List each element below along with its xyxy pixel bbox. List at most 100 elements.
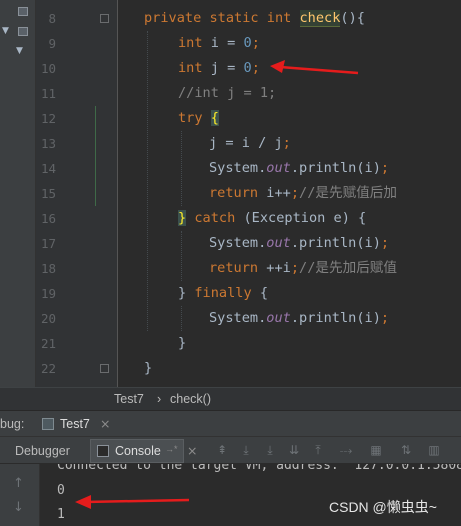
code-line[interactable]: //int j = 1; — [178, 81, 276, 106]
line-number[interactable]: 21 — [36, 331, 56, 356]
code-token: ; — [251, 60, 260, 76]
tab-console[interactable]: Console →* — [90, 439, 184, 463]
console-side-toolbar: ↑ ↓ — [0, 464, 40, 526]
indent-guide — [181, 306, 182, 331]
line-number[interactable]: 8 — [36, 6, 56, 31]
code-token: i++ — [266, 185, 291, 201]
code-token: try — [178, 110, 211, 126]
fold-marker-icon[interactable] — [100, 14, 109, 23]
line-number[interactable]: 10 — [36, 56, 56, 81]
line-number[interactable]: 16 — [36, 206, 56, 231]
code-line[interactable]: } catch (Exception e) { — [178, 206, 366, 231]
code-line[interactable]: } finally { — [178, 281, 268, 306]
code-line[interactable]: int i = 0; — [178, 31, 260, 56]
console-line-output: 1 — [57, 507, 65, 522]
code-line[interactable]: System.out.println(i); — [209, 231, 389, 256]
code-line[interactable]: } — [144, 356, 152, 381]
restore-layout-icon[interactable]: ▥ — [426, 442, 442, 458]
project-tree-strip[interactable]: ▼ ▼ — [0, 0, 36, 387]
line-number[interactable]: 19 — [36, 281, 56, 306]
code-token: ; — [380, 160, 390, 176]
line-number[interactable]: 9 — [36, 31, 56, 56]
line-number[interactable]: 11 — [36, 81, 56, 106]
code-token: (){ — [340, 10, 365, 26]
pin-icon[interactable]: →* — [165, 444, 178, 454]
code-token: } — [178, 335, 187, 351]
code-token: .println(i) — [290, 310, 381, 326]
console-line-output: 0 — [57, 483, 65, 498]
code-line[interactable]: System.out.println(i); — [209, 156, 389, 181]
step-out-icon[interactable]: ⤒ — [310, 442, 326, 458]
code-token: return — [209, 185, 267, 201]
chevron-down-icon[interactable]: ▼ — [2, 26, 9, 36]
breadcrumb-method[interactable]: check() — [170, 392, 211, 406]
scroll-up-icon[interactable]: ↑ — [13, 476, 24, 491]
code-token: System. — [209, 235, 267, 251]
indent-guide — [147, 31, 148, 331]
code-token: out — [266, 310, 291, 326]
line-number[interactable]: 18 — [36, 256, 56, 281]
run-config-icon — [42, 418, 54, 430]
close-icon[interactable]: × — [100, 416, 110, 431]
indent-guide — [181, 131, 182, 206]
code-token: private static int — [144, 10, 300, 26]
console-icon — [97, 445, 109, 457]
code-line[interactable]: System.out.println(i); — [209, 306, 389, 331]
breadcrumb-class[interactable]: Test7 — [114, 392, 144, 406]
code-line[interactable]: int j = 0; — [178, 56, 260, 81]
folder-icon — [18, 7, 28, 16]
code-token: { — [210, 110, 219, 126]
code-token: } — [178, 210, 187, 226]
code-line[interactable]: return i++;//是先赋值后加 — [209, 181, 397, 206]
code-token: int — [178, 35, 211, 51]
annotation-arrow-shaft — [279, 65, 359, 75]
code-token: finally — [194, 285, 260, 301]
code-token: //int j = 1; — [178, 85, 277, 101]
close-icon[interactable]: × — [187, 443, 197, 458]
code-token: ; — [380, 235, 390, 251]
debug-toolbar: Debugger Console →* × ⇞ ⤓ ⤓ ⇊ ⤒ ⤏ ▦ ⇅ ▥ — [0, 436, 461, 464]
breadcrumb-separator: › — [157, 392, 162, 406]
annotation-arrow-shaft — [84, 498, 190, 504]
scroll-down-icon[interactable]: ↓ — [13, 500, 24, 515]
code-line[interactable]: try { — [178, 106, 219, 131]
show-execution-point-icon[interactable]: ⇞ — [214, 442, 230, 458]
console-tab-label: Console — [115, 444, 161, 458]
code-line[interactable]: j = i / j; — [209, 131, 291, 156]
code-line[interactable]: return ++i;//是先加后赋值 — [209, 256, 397, 281]
console-line-connected: Connected to the target VM, address: '12… — [57, 464, 461, 473]
line-number[interactable]: 14 — [36, 156, 56, 181]
force-step-into-icon[interactable]: ⇊ — [286, 442, 302, 458]
code-token: ; — [282, 135, 291, 151]
code-token: 0 — [243, 60, 252, 76]
code-token: out — [266, 235, 291, 251]
code-token: return — [209, 260, 267, 276]
line-number[interactable]: 12 — [36, 106, 56, 131]
line-number[interactable]: 13 — [36, 131, 56, 156]
step-over-icon[interactable]: ⤓ — [238, 442, 254, 458]
line-number[interactable]: 17 — [36, 231, 56, 256]
step-into-icon[interactable]: ⤓ — [262, 442, 278, 458]
editor-gutter: 8 9 10 11 12 13 14 15 16 17 18 19 20 21 22 — [36, 0, 118, 387]
code-line[interactable]: } — [178, 331, 186, 356]
fold-marker-icon[interactable] — [100, 364, 109, 373]
code-token: (Exception e) { — [243, 210, 367, 226]
code-token: } — [178, 285, 195, 301]
chevron-down-icon[interactable]: ▼ — [16, 46, 23, 56]
drop-frame-icon[interactable]: ⤏ — [338, 442, 354, 458]
code-token: ; — [251, 35, 260, 51]
line-number[interactable]: 22 — [36, 356, 56, 381]
tab-debugger[interactable]: Debugger — [15, 444, 70, 458]
evaluate-icon[interactable]: ▦ — [368, 442, 384, 458]
code-token: System. — [209, 310, 267, 326]
trace-icon[interactable]: ⇅ — [398, 442, 414, 458]
line-number[interactable]: 20 — [36, 306, 56, 331]
code-token: 0 — [243, 35, 252, 51]
annotation-arrow — [270, 60, 359, 75]
tab-test7[interactable]: Test7 — [60, 417, 90, 431]
code-token: catch — [186, 210, 244, 226]
code-token: j = — [210, 60, 244, 76]
code-line[interactable]: private static int check(){ — [144, 6, 365, 31]
watermark: CSDN @懒虫虫~ — [329, 499, 437, 515]
line-number[interactable]: 15 — [36, 181, 56, 206]
